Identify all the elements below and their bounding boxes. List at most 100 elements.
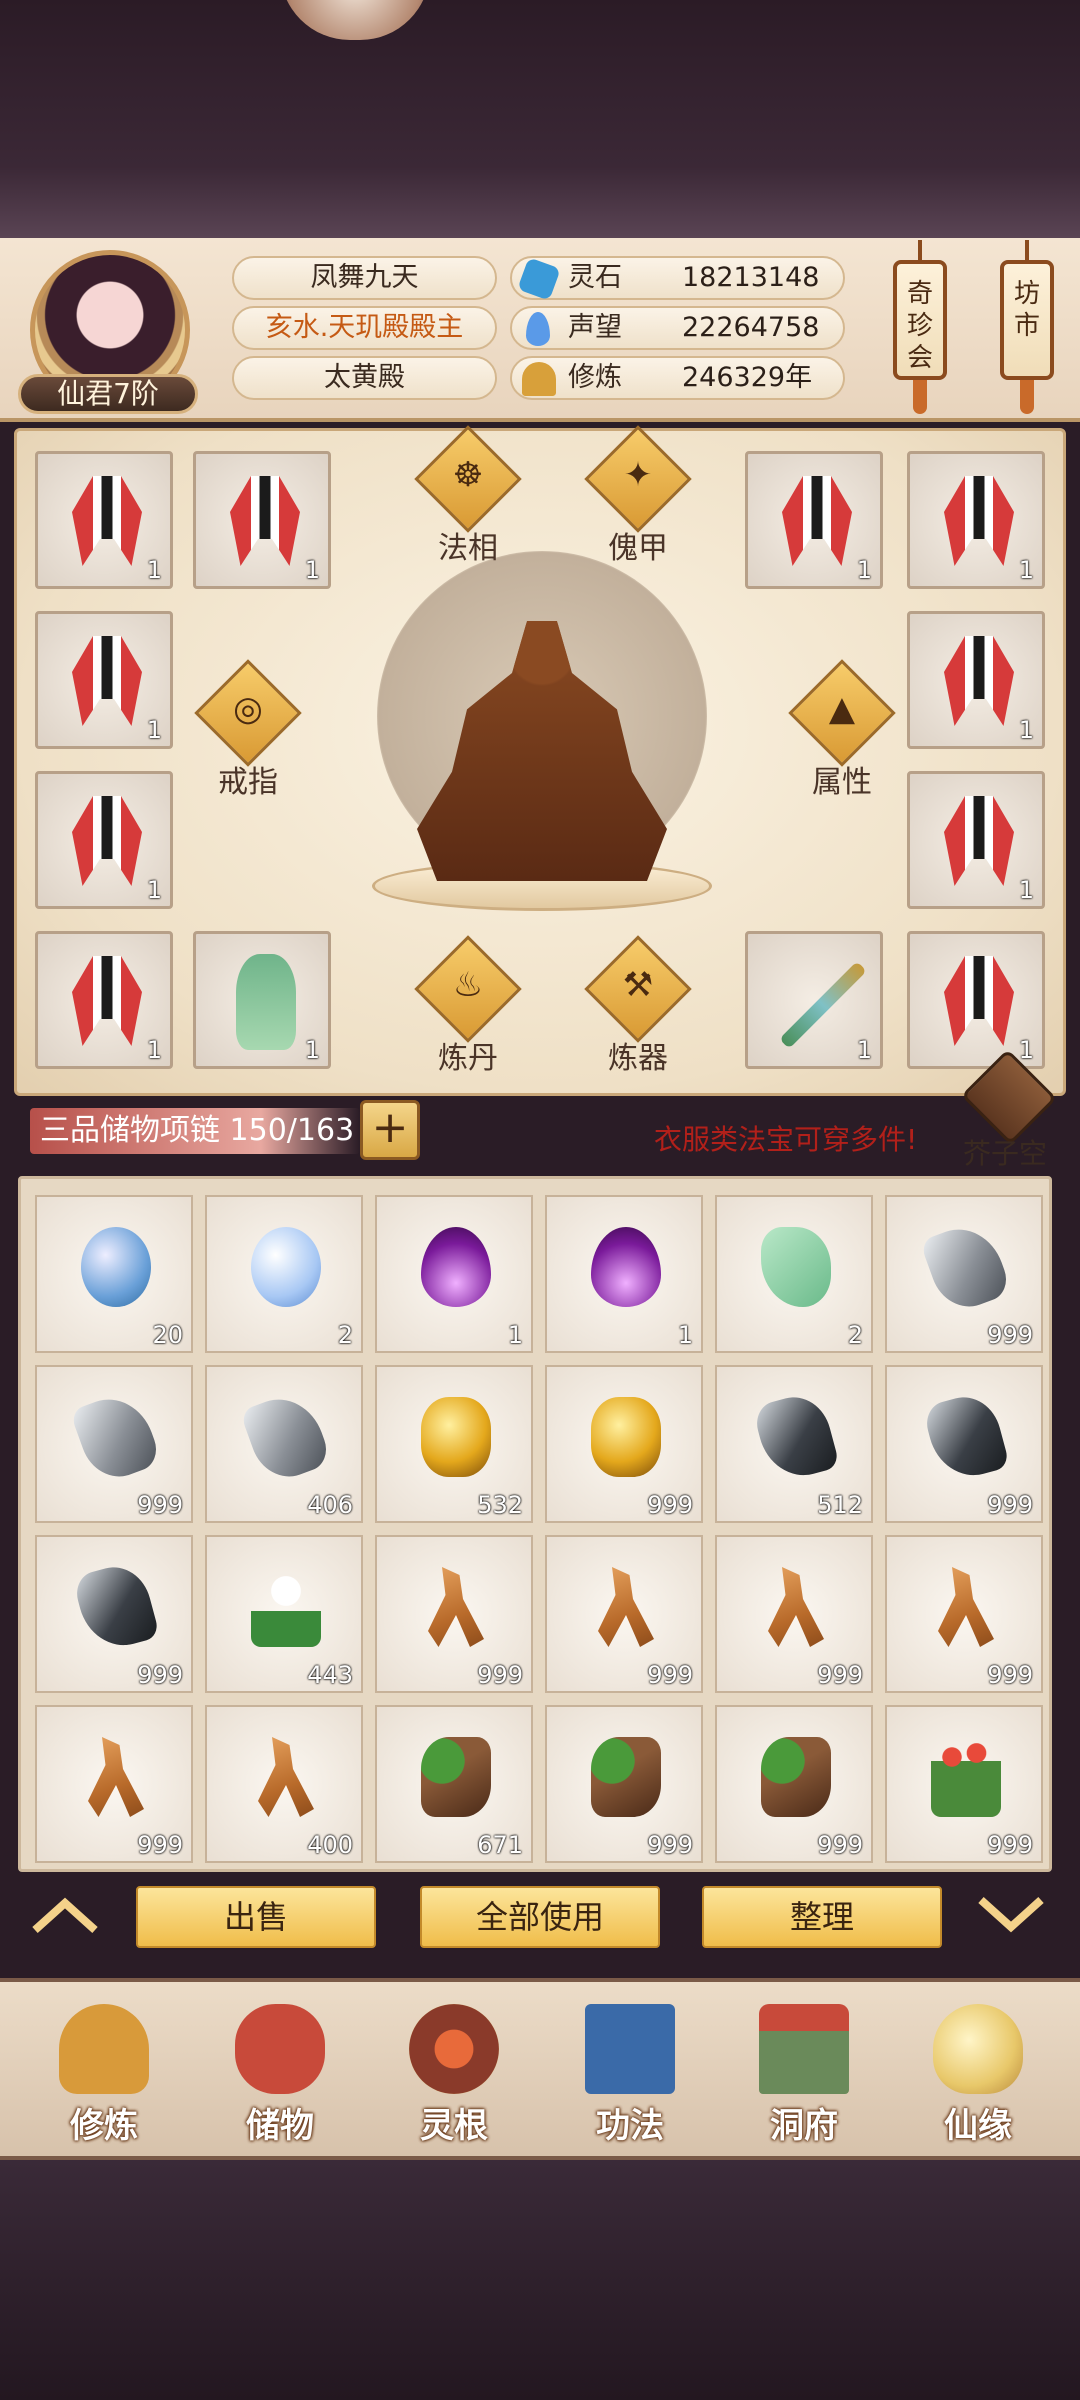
inventory-slot[interactable]: 1	[375, 1195, 533, 1353]
gold-icon	[591, 1397, 661, 1477]
item-count: 999	[647, 1831, 693, 1859]
button-label: 戒指	[218, 765, 278, 800]
robe-icon	[944, 476, 1014, 566]
equip-slot[interactable]: 1	[193, 931, 331, 1069]
item-count: 999	[987, 1491, 1033, 1519]
inventory-slot[interactable]: 999	[885, 1535, 1043, 1693]
equip-slot[interactable]: 1	[907, 931, 1045, 1069]
inventory-slot[interactable]: 2	[715, 1195, 873, 1353]
equip-slot[interactable]: 1	[193, 451, 331, 589]
item-count: 1	[677, 1321, 693, 1349]
item-count: 1	[146, 876, 162, 904]
nav-cultivate[interactable]: 修炼	[34, 1994, 174, 2154]
item-count: 999	[987, 1321, 1033, 1349]
sort-button[interactable]: 整理	[702, 1886, 942, 1948]
item-count: 1	[1018, 716, 1034, 744]
nav-cave-dwelling[interactable]: 洞府	[734, 1994, 874, 2154]
inventory-slot[interactable]: 443	[205, 1535, 363, 1693]
inventory-slot[interactable]: 999	[545, 1365, 703, 1523]
nav-spirit-root[interactable]: 灵根	[384, 1994, 524, 2154]
button-label: 傀甲	[608, 531, 668, 566]
equip-slot[interactable]: 1	[745, 931, 883, 1069]
cauldron-icon: ♨	[452, 965, 484, 1005]
inventory-slot[interactable]: 999	[715, 1535, 873, 1693]
root-icon	[768, 1567, 824, 1647]
item-count: 1	[146, 716, 162, 744]
item-count: 2	[337, 1321, 353, 1349]
inventory-slot[interactable]: 999	[885, 1705, 1043, 1863]
flame-icon	[591, 1227, 661, 1307]
player-name: 凤舞九天	[232, 256, 497, 300]
inventory-slot[interactable]: 999	[545, 1705, 703, 1863]
expand-bag-button[interactable]: +	[360, 1100, 420, 1160]
equip-slot[interactable]: 1	[35, 451, 173, 589]
use-all-button[interactable]: 全部使用	[420, 1886, 660, 1948]
item-count: 999	[137, 1491, 183, 1519]
inventory-slot[interactable]: 1	[545, 1195, 703, 1353]
cultivation-icon	[522, 362, 556, 396]
nav-storage[interactable]: 储物	[210, 1994, 350, 2154]
inventory-slot[interactable]: 999	[885, 1195, 1043, 1353]
nav-immortal-fate[interactable]: 仙缘	[908, 1994, 1048, 2154]
forging-button[interactable]: ⚒ 炼器	[583, 935, 693, 1076]
inventory-slot[interactable]: 999	[35, 1535, 193, 1693]
market-button[interactable]: 坊市	[1000, 240, 1054, 414]
inventory-slot[interactable]: 400	[205, 1705, 363, 1863]
nav-label: 储物	[246, 2106, 314, 2146]
inventory-slot[interactable]: 512	[715, 1365, 873, 1523]
bottom-nav: 修炼 储物 灵根 功法 洞府 仙缘	[0, 1978, 1080, 2160]
inventory-slot[interactable]: 406	[205, 1365, 363, 1523]
treasure-hall-button[interactable]: 奇珍会	[893, 240, 947, 414]
equip-slot[interactable]: 1	[907, 451, 1045, 589]
sell-button[interactable]: 出售	[136, 1886, 376, 1948]
meditate-icon: ☸	[452, 455, 484, 495]
equip-slot[interactable]: 1	[35, 771, 173, 909]
immortal-fate-icon	[933, 2004, 1023, 2094]
button-label: 法相	[438, 531, 498, 566]
stat-label: 修炼	[568, 362, 622, 393]
equip-slot[interactable]: 1	[907, 611, 1045, 749]
robe-icon	[230, 476, 300, 566]
item-count: 400	[307, 1831, 353, 1859]
inventory-slot[interactable]: 671	[375, 1705, 533, 1863]
stat-cultivation: 修炼 246329年	[510, 356, 845, 400]
sword-icon	[779, 961, 867, 1049]
equip-slot[interactable]: 1	[745, 451, 883, 589]
robe-icon	[944, 956, 1014, 1046]
inventory-slot[interactable]: 999	[715, 1705, 873, 1863]
ring-icon: ◎	[233, 689, 263, 729]
item-count: 1	[507, 1321, 523, 1349]
inventory-slot[interactable]: 999	[35, 1365, 193, 1523]
stat-reputation: 声望 22264758	[510, 306, 845, 350]
inventory-slot[interactable]: 999	[885, 1365, 1043, 1523]
spirit-figure-icon	[236, 954, 296, 1050]
page-up-arrow-icon[interactable]	[30, 1895, 100, 1935]
mustard-space-button[interactable]: 芥子空间	[950, 1048, 1060, 1210]
nav-technique[interactable]: 功法	[560, 1994, 700, 2154]
inventory-slot[interactable]: 999	[375, 1535, 533, 1693]
inventory-slot[interactable]: 20	[35, 1195, 193, 1353]
stat-label: 灵石	[568, 262, 622, 293]
robe-icon	[944, 636, 1014, 726]
item-count: 443	[307, 1661, 353, 1689]
inventory-slot[interactable]: 999	[35, 1705, 193, 1863]
dark-ore-icon	[921, 1389, 1011, 1485]
stat-spirit-stone: 灵石 18213148	[510, 256, 845, 301]
inventory-slot[interactable]: 999	[545, 1535, 703, 1693]
page-down-arrow-icon[interactable]	[976, 1895, 1046, 1935]
item-count: 999	[137, 1831, 183, 1859]
equip-slot[interactable]: 1	[35, 611, 173, 749]
item-count: 406	[307, 1491, 353, 1519]
alchemy-button[interactable]: ♨ 炼丹	[413, 935, 523, 1076]
puppet-armor-button[interactable]: ✦ 傀甲	[583, 425, 693, 566]
ring-button[interactable]: ◎ 戒指	[193, 659, 303, 800]
top-backdrop	[0, 0, 1080, 238]
dark-ore-icon	[751, 1389, 841, 1485]
equip-slot[interactable]: 1	[35, 931, 173, 1069]
dharma-form-button[interactable]: ☸ 法相	[413, 425, 523, 566]
attributes-button[interactable]: ▲ 属性	[787, 659, 897, 800]
robe-icon	[944, 796, 1014, 886]
inventory-slot[interactable]: 532	[375, 1365, 533, 1523]
inventory-slot[interactable]: 2	[205, 1195, 363, 1353]
equip-slot[interactable]: 1	[907, 771, 1045, 909]
